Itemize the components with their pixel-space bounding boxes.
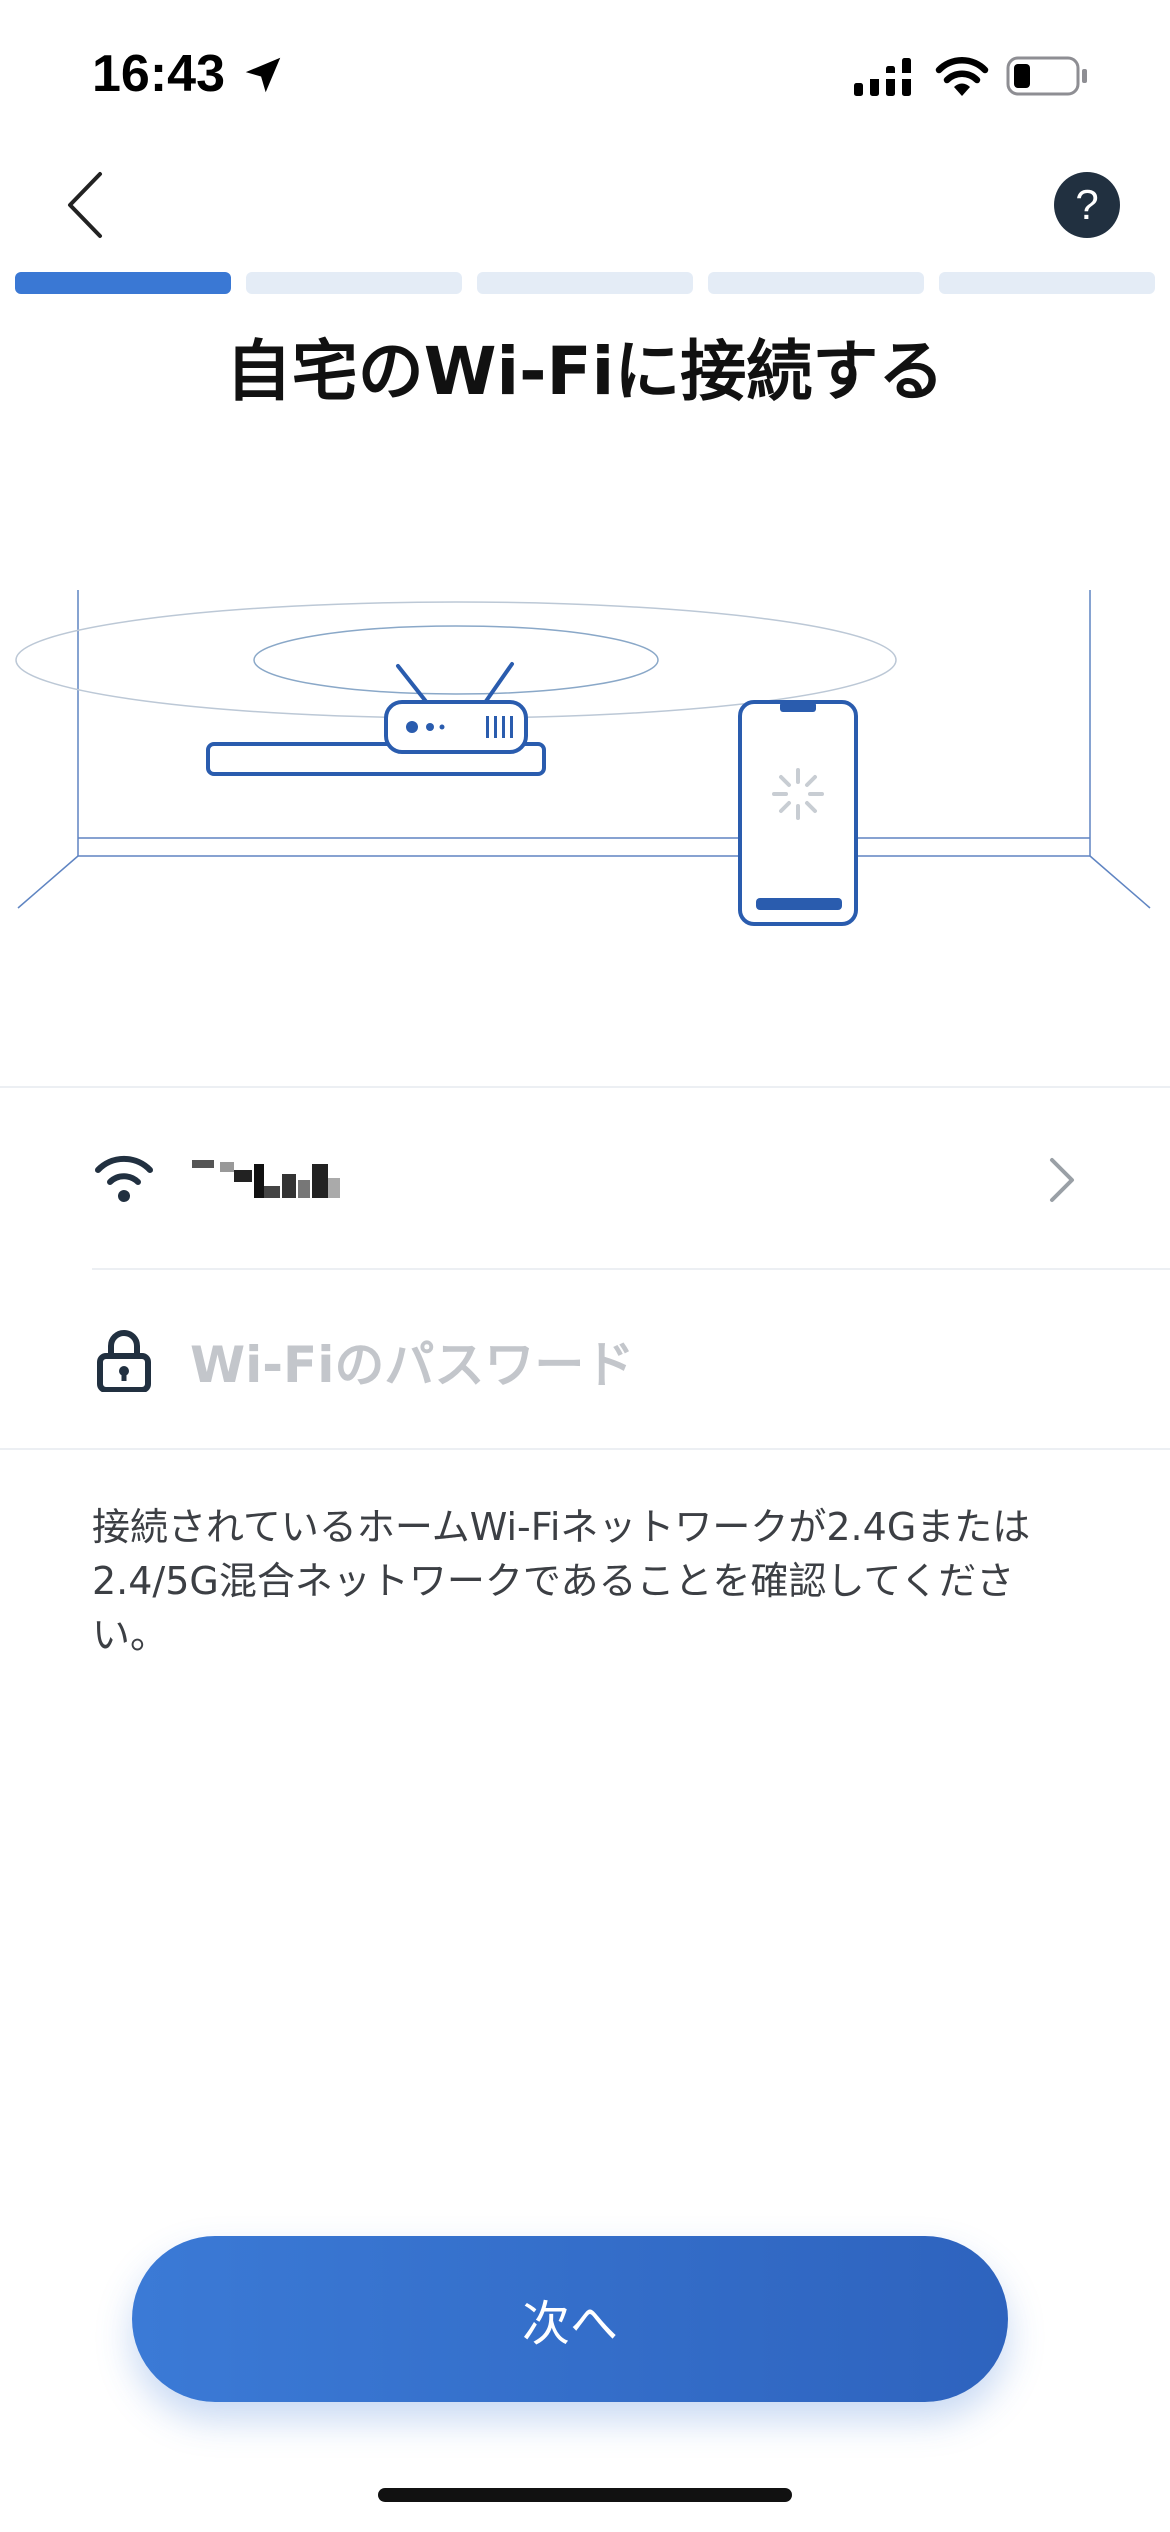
network-requirement-note: 接続されているホームWi-Fiネットワークが2.4Gまたは2.4/5G混合ネット…: [92, 1505, 1031, 1657]
progress-step-5: [939, 272, 1155, 294]
chevron-right-icon: [1050, 1158, 1074, 1202]
step-progress-bar: [15, 272, 1155, 296]
next-button[interactable]: 次へ: [132, 2236, 1008, 2402]
home-indicator: [378, 2488, 792, 2502]
page-title: 自宅のWi-Fiに接続する: [225, 333, 945, 410]
router-phone-illustration: [15, 590, 1151, 926]
lock-icon: [97, 1330, 151, 1392]
location-arrow-icon: [245, 57, 281, 93]
status-bar: 16:43: [0, 0, 1170, 150]
section-divider-bottom: [0, 1448, 1170, 1450]
wifi-icon: [935, 57, 989, 96]
network-name-obscured: [192, 1160, 340, 1198]
row-divider: [92, 1268, 1170, 1270]
progress-step-1: [15, 272, 231, 294]
progress-step-2: [246, 272, 462, 294]
wifi-icon: [95, 1155, 153, 1202]
next-button-label: 次へ: [521, 2296, 618, 2352]
status-time: 16:43: [92, 45, 225, 103]
wifi-password-input[interactable]: [190, 1322, 1090, 1408]
progress-step-3: [477, 272, 693, 294]
back-button[interactable]: [50, 160, 120, 250]
battery-icon: [1006, 56, 1087, 96]
network-select-row[interactable]: [0, 1090, 1170, 1270]
help-button[interactable]: ?: [1054, 172, 1120, 238]
wifi-setup-screen: 16:43 ? 自宅のWi-Fiに接続する 接続されているホームWi-Fiネット…: [0, 0, 1170, 2532]
section-divider-top: [0, 1086, 1170, 1088]
cellular-signal-icon: [852, 56, 914, 98]
progress-step-4: [708, 272, 924, 294]
help-button-label: ?: [1075, 181, 1099, 228]
chevron-left-icon: [68, 172, 102, 238]
